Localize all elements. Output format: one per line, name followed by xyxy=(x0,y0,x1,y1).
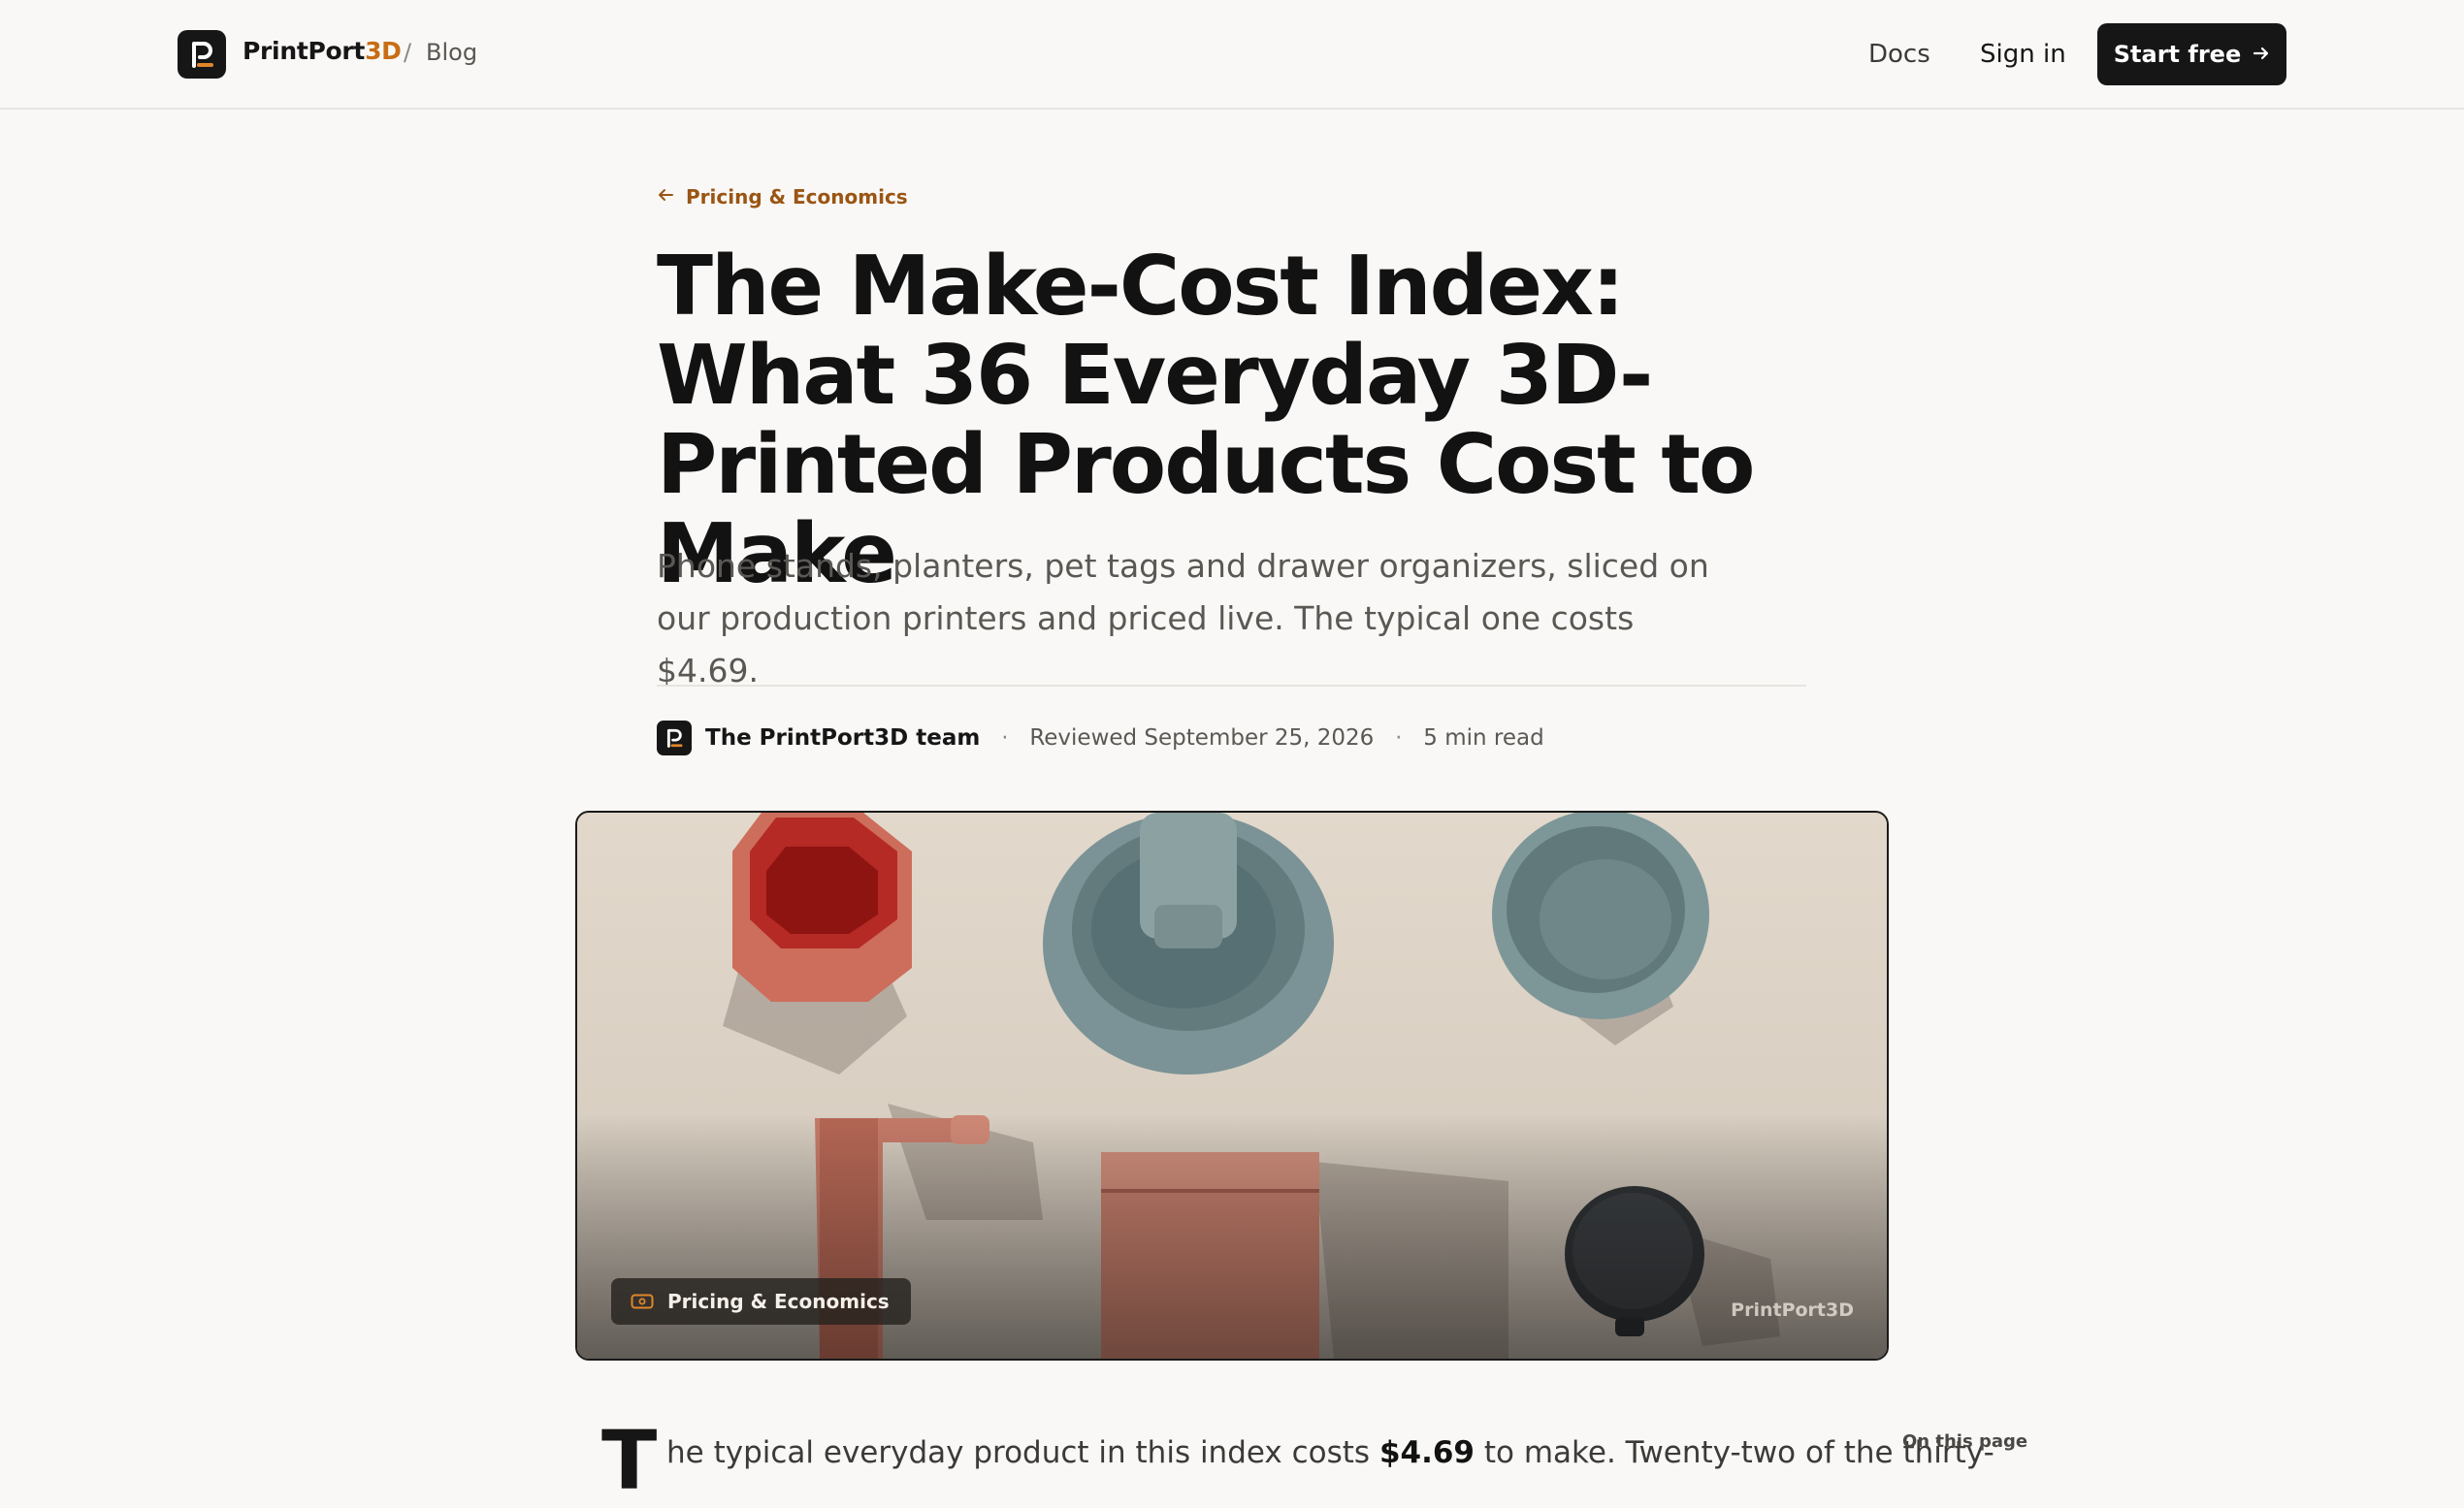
hero-photo xyxy=(577,813,1887,1359)
article-meta: The PrintPort3D team · Reviewed Septembe… xyxy=(657,720,1544,756)
printport-logo-icon[interactable] xyxy=(178,30,226,79)
start-free-label: Start free xyxy=(2113,41,2242,68)
read-time: 5 min read xyxy=(1423,725,1544,751)
category-back-link[interactable]: Pricing & Economics xyxy=(657,185,908,209)
breadcrumb-blog-link[interactable]: Blog xyxy=(426,39,477,66)
lead-text-start: he typical everyday product in this inde… xyxy=(666,1435,1379,1470)
start-free-button[interactable]: Start free xyxy=(2097,23,2286,85)
brand-name-accent: 3D xyxy=(365,37,402,65)
breadcrumb-separator: / xyxy=(404,39,412,66)
brand-name[interactable]: PrintPort3D xyxy=(243,37,402,65)
on-this-page-heading: On this page xyxy=(1902,1431,2028,1452)
meta-divider xyxy=(657,685,1806,687)
lead-highlight-price: $4.69 xyxy=(1378,1435,1475,1470)
arrow-left-icon xyxy=(657,185,674,209)
hero-category-badge: Pricing & Economics xyxy=(611,1278,911,1325)
hero-watermark: PrintPort3D xyxy=(1731,1299,1854,1321)
lead-paragraph: he typical everyday product in this inde… xyxy=(666,1431,1994,1474)
meta-separator: · xyxy=(1001,725,1009,751)
tag-icon xyxy=(631,1293,654,1310)
sign-in-link[interactable]: Sign in xyxy=(1980,40,2066,69)
author-name: The PrintPort3D team xyxy=(705,725,981,751)
reviewed-date: Reviewed September 25, 2026 xyxy=(1029,725,1375,751)
top-navigation: PrintPort3D / Blog Docs Sign in Start fr… xyxy=(0,0,2464,110)
meta-separator: · xyxy=(1395,725,1403,751)
docs-link[interactable]: Docs xyxy=(1868,40,1930,69)
author-avatar xyxy=(657,721,692,755)
arrow-right-icon xyxy=(2253,41,2270,68)
hero-badge-label: Pricing & Economics xyxy=(667,1290,890,1313)
category-label: Pricing & Economics xyxy=(686,185,908,209)
hero-image: Pricing & Economics PrintPort3D xyxy=(575,811,1889,1361)
drop-cap: T xyxy=(601,1413,658,1508)
article-subtitle: Phone stands, planters, pet tags and dra… xyxy=(657,547,1709,690)
